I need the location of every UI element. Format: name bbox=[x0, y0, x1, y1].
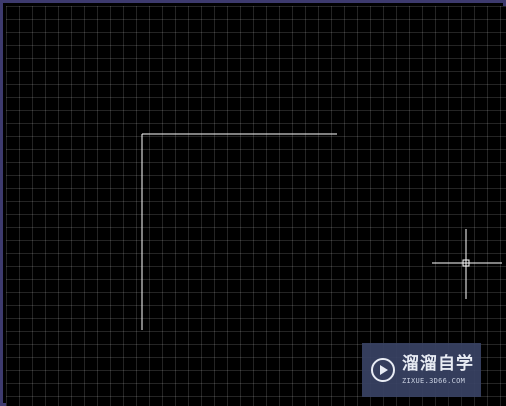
play-logo-icon bbox=[371, 358, 395, 382]
watermark-url: ZIXUE.3D66.COM bbox=[402, 376, 466, 385]
drawing-canvas[interactable]: 溜溜自学 ZIXUE.3D66.COM bbox=[6, 6, 506, 406]
watermark-title: 溜溜自学 bbox=[402, 353, 474, 374]
watermark: 溜溜自学 ZIXUE.3D66.COM bbox=[362, 343, 481, 397]
drawing-window: 溜溜自学 ZIXUE.3D66.COM bbox=[0, 0, 506, 406]
crosshair-cursor-icon bbox=[432, 229, 502, 299]
